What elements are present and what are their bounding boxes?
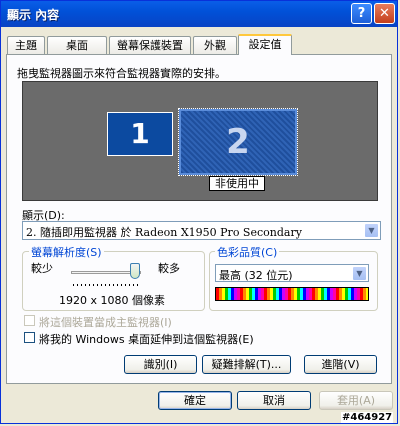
chevron-down-icon[interactable]: ▼ [364, 223, 379, 238]
tab-theme[interactable]: 主題 [7, 36, 45, 54]
monitor-2-tooltip: 非使用中 [209, 176, 265, 191]
advanced-button[interactable]: 進階(V) [304, 355, 377, 374]
primary-monitor-label: 將這個裝置當成主監視器(I) [39, 316, 172, 329]
help-button[interactable]: ? [351, 3, 372, 24]
resolution-slider-thumb[interactable] [130, 263, 140, 279]
tab-screensaver[interactable]: 螢幕保護裝置 [109, 36, 191, 54]
chevron-down-icon[interactable]: ▼ [352, 266, 367, 281]
primary-monitor-checkbox[interactable] [24, 315, 35, 326]
slider-less-label: 較少 [31, 262, 53, 275]
monitor-2-icon[interactable]: 2 [178, 108, 298, 176]
display-select-value: 2. 隨插即用監視器 於 Radeon X1950 Pro Secondary [26, 226, 302, 239]
troubleshoot-button[interactable]: 疑難排解(T)... [202, 355, 291, 374]
identify-button[interactable]: 識別(I) [124, 355, 197, 374]
instruction-text: 拖曳監視器圖示來符合監視器實際的安排。 [17, 67, 226, 80]
cancel-button[interactable]: 取消 [237, 391, 311, 410]
ok-button[interactable]: 確定 [158, 391, 232, 410]
resolution-value: 1920 x 1080 個像素 [59, 294, 165, 307]
resolution-group-title: 螢幕解析度(S) [29, 244, 104, 260]
tab-desktop[interactable]: 桌面 [47, 36, 107, 54]
apply-button[interactable]: 套用(A) [319, 391, 393, 410]
display-properties-window: 顯示 內容 ? ✕ 主題 桌面 螢幕保護裝置 外觀 設定值 拖曳監視器圖示來符合… [0, 0, 398, 424]
extend-desktop-label: 將我的 Windows 桌面延伸到這個監視器(E) [39, 333, 254, 346]
tab-settings[interactable]: 設定值 [238, 34, 292, 55]
title-bar[interactable]: 顯示 內容 ? ✕ [1, 1, 397, 27]
tab-appearance[interactable]: 外觀 [193, 36, 237, 54]
monitor-1-icon[interactable]: 1 [107, 112, 173, 156]
color-spectrum-bar [215, 287, 369, 301]
display-select[interactable]: 2. 隨插即用監視器 於 Radeon X1950 Pro Secondary … [22, 221, 381, 240]
color-quality-select[interactable]: 最高 (32 位元) ▼ [215, 264, 369, 282]
color-quality-group-title: 色彩品質(C) [215, 244, 280, 260]
extend-desktop-checkbox[interactable] [24, 332, 35, 343]
slider-ticks [73, 284, 141, 286]
close-button[interactable]: ✕ [374, 3, 395, 24]
watermark: #464927 [341, 412, 394, 423]
color-quality-value: 最高 (32 位元) [219, 269, 293, 282]
slider-more-label: 較多 [158, 262, 180, 275]
window-title: 顯示 內容 [7, 8, 60, 22]
